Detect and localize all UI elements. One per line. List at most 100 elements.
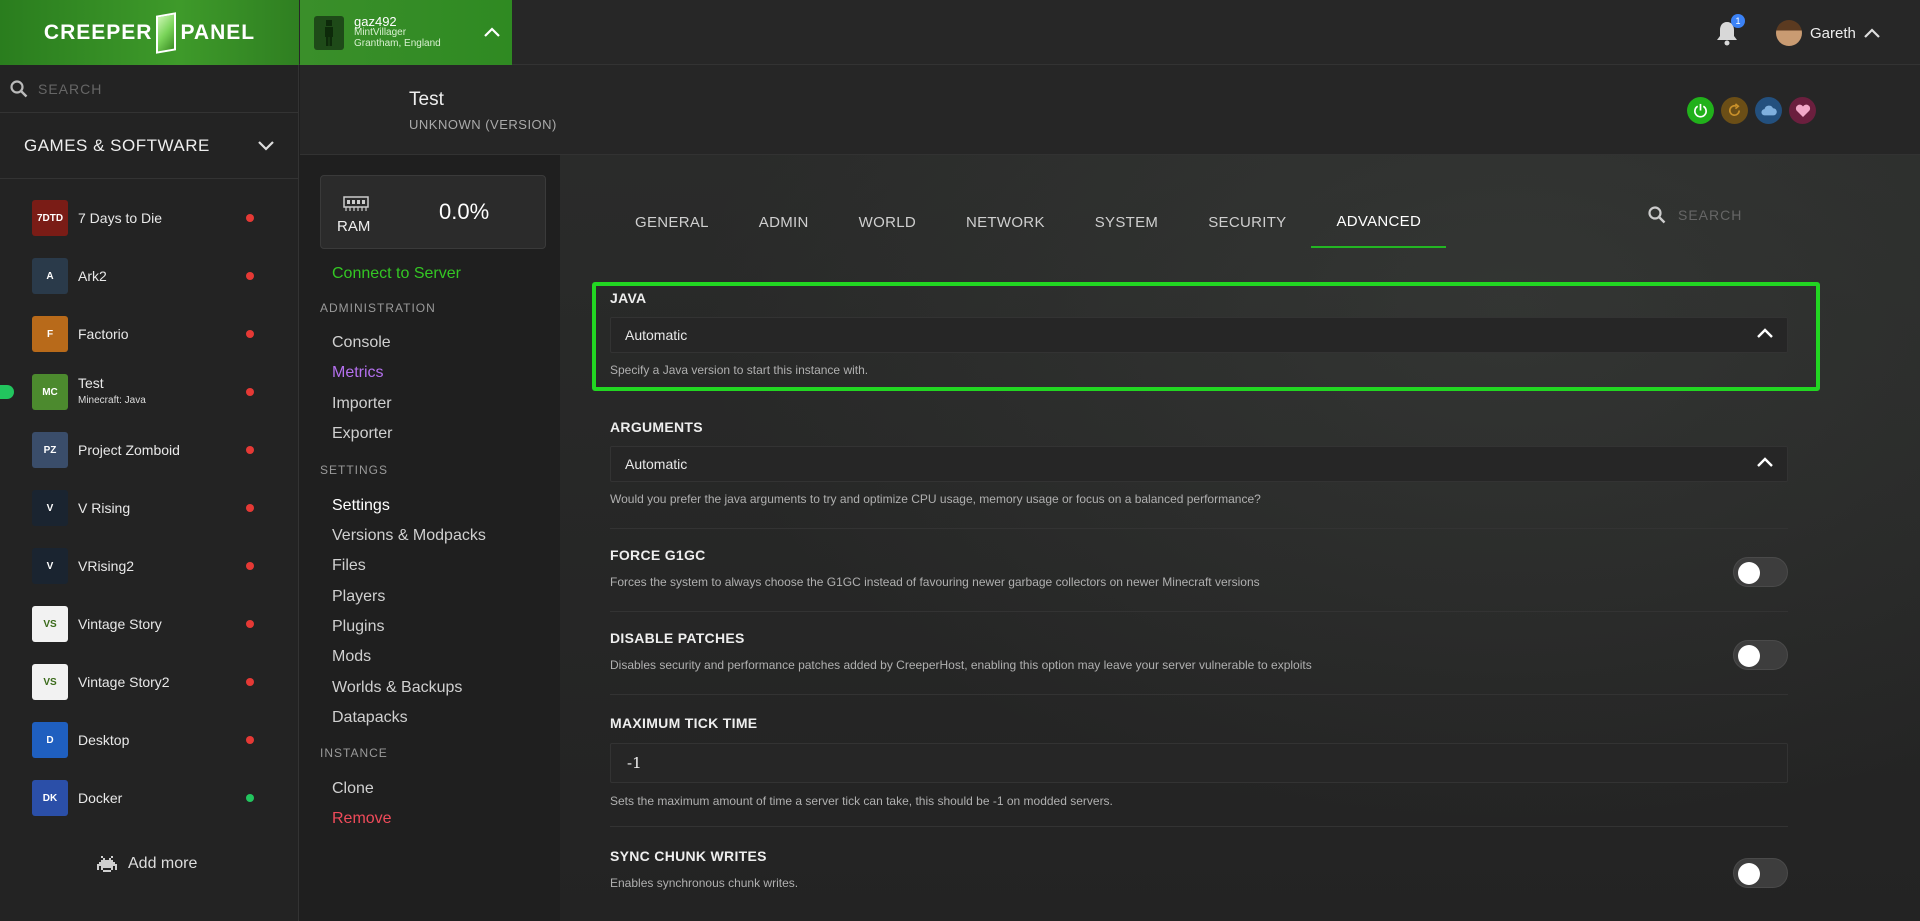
sidebar-search-input[interactable] xyxy=(38,80,278,97)
setting-sync-chunk-writes: SYNC CHUNK WRITES Enables synchronous ch… xyxy=(610,848,1788,908)
status-dot xyxy=(246,736,254,744)
connect-to-server-link[interactable]: Connect to Server xyxy=(332,265,461,283)
nav-mods[interactable]: Mods xyxy=(332,648,371,666)
game-icon: D xyxy=(32,722,68,758)
top-bar: CREEPER PANEL gaz492 MintVillager Granth… xyxy=(0,0,1920,65)
sidebar-game-item[interactable]: PZ Project Zomboid xyxy=(0,421,298,479)
ram-chip-icon xyxy=(343,196,369,211)
sidebar-game-item[interactable]: V VRising2 xyxy=(0,537,298,595)
nav-players[interactable]: Players xyxy=(332,588,385,606)
chevron-up-icon xyxy=(1757,328,1773,338)
chevron-up-icon[interactable] xyxy=(482,22,502,42)
sidebar-game-item[interactable]: MC Test Minecraft: Java xyxy=(0,363,298,421)
nav-section-administration: ADMINISTRATION xyxy=(320,301,436,315)
status-dot xyxy=(246,504,254,512)
sidebar-search xyxy=(0,65,298,113)
game-name: Factorio xyxy=(78,325,129,342)
game-name: Test xyxy=(78,375,104,391)
profile-menu[interactable]: Gareth xyxy=(1776,18,1880,48)
instance-title: Test xyxy=(409,89,444,110)
category-dropdown[interactable]: GAMES & SOFTWARE xyxy=(0,113,298,179)
tab-system[interactable]: SYSTEM xyxy=(1070,196,1183,248)
java-arguments-select[interactable]: Automatic xyxy=(610,446,1788,482)
sidebar-game-item[interactable]: VS Vintage Story2 xyxy=(0,653,298,711)
nav-exporter[interactable]: Exporter xyxy=(332,425,392,443)
game-type: Minecraft: Java xyxy=(78,395,146,406)
setting-max-tick-time: MAXIMUM TICK TIME Sets the maximum amoun… xyxy=(610,713,1788,827)
game-list: 7DTD 7 Days to Die A Ark2 F Factorio MC Test Min… xyxy=(0,179,298,827)
profile-avatar xyxy=(1776,20,1802,46)
restart-button[interactable] xyxy=(1721,97,1748,124)
nav-section-instance: INSTANCE xyxy=(320,746,388,760)
creeperpanel-logo[interactable]: CREEPER PANEL xyxy=(0,0,299,65)
sidebar-game-item[interactable]: 7DTD 7 Days to Die xyxy=(0,189,298,247)
setting-description: Sets the maximum amount of time a server… xyxy=(610,794,1113,808)
nav-datapacks[interactable]: Datapacks xyxy=(332,709,408,727)
search-icon xyxy=(1648,206,1666,224)
sync-chunk-writes-toggle[interactable] xyxy=(1733,858,1788,888)
disable-patches-toggle[interactable] xyxy=(1733,640,1788,670)
sidebar-game-item[interactable]: DK Docker xyxy=(0,769,298,827)
start-button[interactable] xyxy=(1687,97,1714,124)
sidebar-game-item[interactable]: F Factorio xyxy=(0,305,298,363)
nav-section-settings: SETTINGS xyxy=(320,463,389,477)
instance-version: UNKNOWN (VERSION) xyxy=(409,117,557,132)
setting-arguments: ARGUMENTS Automatic Would you prefer the… xyxy=(610,417,1788,529)
setting-title: JAVA xyxy=(610,290,647,306)
nav-metrics[interactable]: Metrics xyxy=(332,364,384,382)
user-rank: MintVillager xyxy=(354,27,407,38)
search-icon xyxy=(10,79,28,97)
game-name: V Rising xyxy=(78,499,131,516)
backup-button[interactable] xyxy=(1755,97,1782,124)
settings-search-input[interactable] xyxy=(1678,207,1838,223)
tab-admin[interactable]: ADMIN xyxy=(734,196,834,248)
sidebar-game-item[interactable]: D Desktop xyxy=(0,711,298,769)
game-icon: V xyxy=(32,490,68,526)
game-name: Vintage Story2 xyxy=(78,673,170,690)
game-icon: VS xyxy=(32,664,68,700)
user-name: gaz492 xyxy=(354,14,397,29)
settings-tabs: GENERAL ADMIN WORLD NETWORK SYSTEM SECUR… xyxy=(610,196,1447,248)
nav-versions-modpacks[interactable]: Versions & Modpacks xyxy=(332,527,486,545)
nav-files[interactable]: Files xyxy=(332,557,366,575)
max-tick-time-input[interactable] xyxy=(610,743,1788,783)
notifications-button[interactable]: 1 xyxy=(1715,14,1745,46)
setting-title: MAXIMUM TICK TIME xyxy=(610,715,758,731)
tab-network[interactable]: NETWORK xyxy=(941,196,1070,248)
favourite-button[interactable] xyxy=(1789,97,1816,124)
nav-remove[interactable]: Remove xyxy=(332,810,392,828)
sidebar-game-item[interactable]: A Ark2 xyxy=(0,247,298,305)
tab-security[interactable]: SECURITY xyxy=(1183,196,1311,248)
status-dot xyxy=(246,214,254,222)
sidebar-game-item[interactable]: V V Rising xyxy=(0,479,298,537)
game-name: Vintage Story xyxy=(78,615,162,632)
logo-text-left: CREEPER xyxy=(43,20,153,44)
add-more-button[interactable]: Add more xyxy=(96,855,197,873)
status-dot xyxy=(246,678,254,686)
setting-title: DISABLE PATCHES xyxy=(610,630,745,646)
nav-clone[interactable]: Clone xyxy=(332,780,374,798)
force-g1gc-toggle[interactable] xyxy=(1733,557,1788,587)
tab-world[interactable]: WORLD xyxy=(834,196,941,248)
sidebar-game-item[interactable]: VS Vintage Story xyxy=(0,595,298,653)
tab-advanced[interactable]: ADVANCED xyxy=(1311,196,1447,248)
nav-worlds-backups[interactable]: Worlds & Backups xyxy=(332,679,462,697)
setting-force-g1gc: FORCE G1GC Forces the system to always c… xyxy=(610,545,1788,612)
tab-general[interactable]: GENERAL xyxy=(610,196,734,248)
ram-usage-card: RAM 0.0% xyxy=(320,175,546,249)
profile-name: Gareth xyxy=(1810,24,1856,42)
nav-plugins[interactable]: Plugins xyxy=(332,618,384,636)
setting-description: Specify a Java version to start this ins… xyxy=(610,363,869,377)
java-version-select[interactable]: Automatic xyxy=(610,317,1788,353)
nav-console[interactable]: Console xyxy=(332,334,391,352)
nav-importer[interactable]: Importer xyxy=(332,395,392,413)
ram-value: 0.0% xyxy=(439,199,490,224)
account-switcher[interactable]: gaz492 MintVillager Grantham, England xyxy=(300,0,512,65)
nav-settings[interactable]: Settings xyxy=(332,497,390,515)
logo-text-right: PANEL xyxy=(180,20,256,44)
game-icon: MC xyxy=(32,374,68,410)
add-more-label: Add more xyxy=(128,855,198,872)
game-name: Ark2 xyxy=(78,267,107,284)
status-dot xyxy=(246,272,254,280)
game-icon: V xyxy=(32,548,68,584)
